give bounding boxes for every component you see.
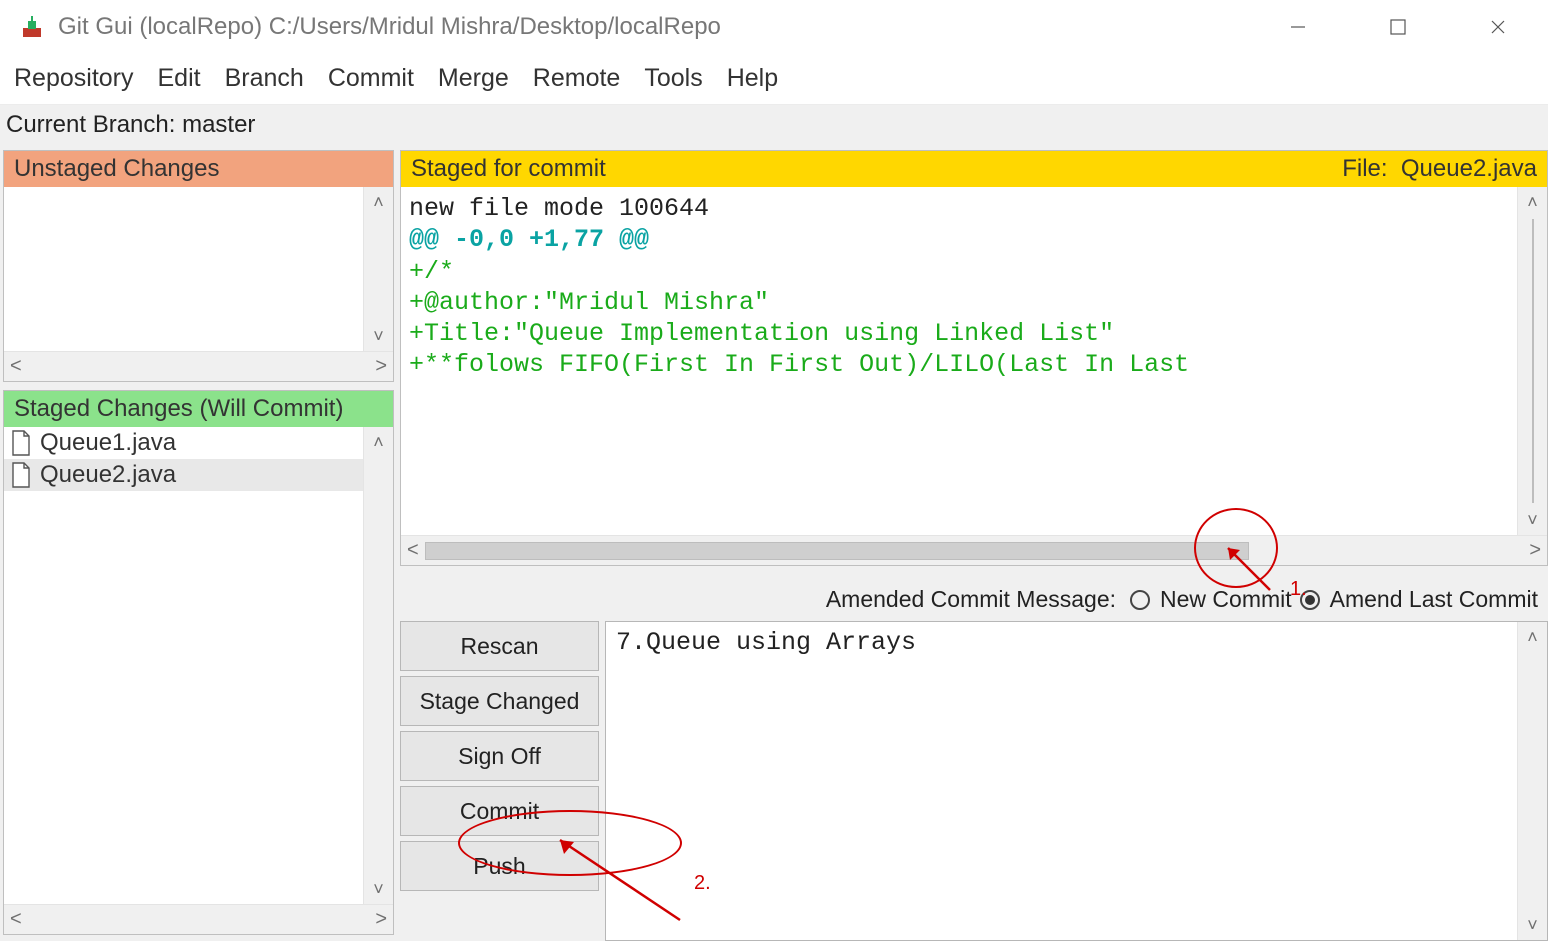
unstaged-changes-panel: Unstaged Changes ˄ ˅ < >	[3, 150, 394, 382]
menu-tools[interactable]: Tools	[644, 64, 702, 93]
annotation-label-2: 2.	[694, 872, 711, 895]
rescan-button[interactable]: Rescan	[400, 621, 599, 671]
file-name: Queue2.java	[40, 461, 176, 489]
scroll-down-icon[interactable]: ˅	[373, 874, 384, 904]
scroll-down-icon[interactable]: ˅	[373, 321, 384, 351]
staged-hscrollbar[interactable]: < >	[4, 904, 393, 934]
scroll-right-icon[interactable]: >	[1529, 539, 1541, 562]
diff-vscrollbar[interactable]: ˄ ˅	[1517, 187, 1547, 535]
push-button[interactable]: Push	[400, 841, 599, 891]
diff-line: +Title:"Queue Implementation using Linke…	[409, 318, 1513, 349]
diff-hscrollbar[interactable]: < >	[401, 535, 1547, 565]
scroll-left-icon[interactable]: <	[10, 908, 22, 931]
diff-header-file: File: Queue2.java	[1342, 155, 1537, 183]
diff-line: +**folows FIFO(First In First Out)/LILO(…	[409, 349, 1513, 380]
commit-button-column: Rescan Stage Changed Sign Off Commit Pus…	[400, 621, 605, 941]
scroll-up-icon[interactable]: ˄	[373, 187, 384, 217]
scroll-thumb[interactable]	[1532, 219, 1534, 503]
diff-header: Staged for commit File: Queue2.java	[401, 151, 1547, 187]
scroll-up-icon[interactable]: ˄	[373, 427, 384, 457]
staged-file-item[interactable]: Queue1.java	[4, 427, 363, 459]
staged-header: Staged Changes (Will Commit)	[4, 391, 393, 427]
close-window-button[interactable]	[1448, 0, 1548, 54]
commit-msg-vscrollbar[interactable]: ˄ ˅	[1517, 622, 1547, 940]
scroll-down-icon[interactable]: ˅	[1527, 505, 1538, 535]
file-icon	[10, 430, 32, 456]
diff-line: @@ -0,0 +1,77 @@	[409, 224, 1513, 255]
scroll-left-icon[interactable]: <	[407, 539, 419, 562]
window-titlebar: Git Gui (localRepo) C:/Users/Mridul Mish…	[0, 0, 1548, 54]
menu-merge[interactable]: Merge	[438, 64, 509, 93]
sign-off-button[interactable]: Sign Off	[400, 731, 599, 781]
file-name: Queue1.java	[40, 429, 176, 457]
current-branch-label: Current Branch: master	[0, 104, 1548, 144]
new-commit-radio-label: New Commit	[1160, 586, 1292, 613]
staged-changes-panel: Staged Changes (Will Commit) Queue1.java…	[3, 390, 394, 935]
amend-last-commit-radio-label: Amend Last Commit	[1330, 586, 1538, 613]
diff-line: +/*	[409, 256, 1513, 287]
diff-view[interactable]: new file mode 100644@@ -0,0 +1,77 @@+/*+…	[401, 187, 1517, 535]
menu-repository[interactable]: Repository	[14, 64, 134, 93]
scroll-down-icon[interactable]: ˅	[1527, 910, 1538, 940]
diff-line: +@author:"Mridul Mishra"	[409, 287, 1513, 318]
commit-options-label: Amended Commit Message:	[826, 586, 1116, 613]
commit-button[interactable]: Commit	[400, 786, 599, 836]
commit-options-row: Amended Commit Message: New Commit Amend…	[400, 582, 1548, 621]
diff-panel: Staged for commit File: Queue2.java new …	[400, 150, 1548, 566]
unstaged-header: Unstaged Changes	[4, 151, 393, 187]
commit-message-box: 7.Queue using Arrays ˄ ˅	[605, 621, 1548, 941]
menu-commit[interactable]: Commit	[328, 64, 414, 93]
scroll-up-icon[interactable]: ˄	[1527, 622, 1538, 652]
staged-file-item[interactable]: Queue2.java	[4, 459, 363, 491]
unstaged-vscrollbar[interactable]: ˄ ˅	[363, 187, 393, 351]
menu-help[interactable]: Help	[727, 64, 778, 93]
window-controls	[1248, 0, 1548, 54]
scroll-right-icon[interactable]: >	[375, 908, 387, 931]
scroll-up-icon[interactable]: ˄	[1527, 187, 1538, 217]
diff-line: new file mode 100644	[409, 193, 1513, 224]
stage-changed-button[interactable]: Stage Changed	[400, 676, 599, 726]
scroll-right-icon[interactable]: >	[375, 355, 387, 378]
scroll-left-icon[interactable]: <	[10, 355, 22, 378]
staged-vscrollbar[interactable]: ˄ ˅	[363, 427, 393, 904]
commit-message-input[interactable]: 7.Queue using Arrays	[606, 622, 1517, 940]
file-icon	[10, 462, 32, 488]
window-title: Git Gui (localRepo) C:/Users/Mridul Mish…	[58, 13, 721, 41]
menu-remote[interactable]: Remote	[533, 64, 621, 93]
diff-header-title: Staged for commit	[411, 155, 606, 183]
git-gui-icon	[20, 15, 44, 39]
commit-area: Amended Commit Message: New Commit Amend…	[400, 566, 1548, 941]
unstaged-file-list[interactable]	[4, 187, 363, 351]
staged-file-list[interactable]: Queue1.java Queue2.java	[4, 427, 363, 904]
new-commit-radio[interactable]	[1130, 590, 1150, 610]
scroll-thumb[interactable]	[425, 542, 1249, 560]
unstaged-hscrollbar[interactable]: < >	[4, 351, 393, 381]
menu-edit[interactable]: Edit	[158, 64, 201, 93]
minimize-button[interactable]	[1248, 0, 1348, 54]
annotation-label-1: 1.	[1290, 578, 1307, 601]
menu-bar: Repository Edit Branch Commit Merge Remo…	[0, 54, 1548, 104]
menu-branch[interactable]: Branch	[225, 64, 304, 93]
maximize-button[interactable]	[1348, 0, 1448, 54]
